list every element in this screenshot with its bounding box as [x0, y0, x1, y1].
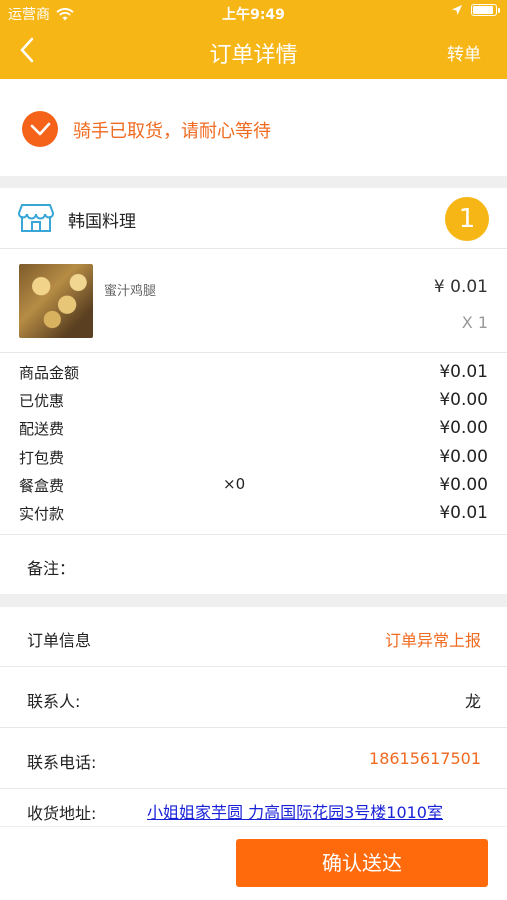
- fee-row: 配送费 ¥0.00: [0, 418, 507, 446]
- order-info-label: 订单信息: [27, 631, 92, 650]
- item-quantity: X 1: [461, 313, 488, 332]
- shop-name: 韩国料理: [68, 212, 136, 232]
- shop-icon: [18, 204, 54, 232]
- fee-value: ¥0.01: [439, 502, 488, 523]
- contact-name: 龙: [464, 692, 481, 711]
- fee-row: 打包费 ¥0.00: [0, 447, 507, 475]
- header: 运营商 上午9:49 订单详情 转单: [0, 0, 507, 79]
- battery-icon: [471, 4, 500, 16]
- order-status-text: 骑手已取货，请耐心等待: [73, 121, 271, 142]
- fee-label: 已优惠: [19, 392, 65, 411]
- order-item: [0, 250, 507, 353]
- remark-row: 备注：: [0, 534, 507, 594]
- fee-row: 实付款 ¥0.01: [0, 503, 507, 531]
- fee-value: ¥0.01: [439, 362, 488, 382]
- order-info-row: 订单信息 订单异常上报: [0, 607, 507, 667]
- fee-value: ¥0.00: [439, 390, 488, 411]
- fee-label: 打包费: [19, 448, 65, 467]
- item-price: ¥ 0.01: [433, 277, 488, 297]
- contact-label: 联系人:: [27, 692, 81, 711]
- check-circle-icon: [22, 111, 58, 147]
- fee-value: ¥0.00: [439, 418, 488, 439]
- item-name: 蜜汁鸡腿: [104, 284, 157, 299]
- order-number-badge: 1: [445, 197, 489, 241]
- phone-row: 联系电话: 18615617501: [0, 729, 507, 789]
- shop-row: 韩国料理 1: [0, 188, 507, 249]
- phone-link[interactable]: 18615617501: [369, 749, 481, 768]
- remark-label: 备注：: [27, 559, 76, 578]
- section-divider: [0, 176, 507, 188]
- fee-label: 餐盒费: [19, 476, 65, 495]
- clock: 上午9:49: [222, 7, 285, 23]
- fee-list: 商品金额 ¥0.01 已优惠 ¥0.00 配送费 ¥0.00 打包费 ¥0.00…: [0, 362, 507, 531]
- contact-row: 联系人: 龙: [0, 668, 507, 728]
- fee-row: 商品金额 ¥0.01: [0, 362, 507, 390]
- report-exception-link[interactable]: 订单异常上报: [385, 627, 481, 651]
- item-image: [19, 264, 93, 338]
- fee-label: 实付款: [19, 504, 65, 523]
- bottom-bar: 确认送达: [0, 826, 507, 900]
- fee-label: 商品金额: [19, 364, 80, 382]
- section-divider: [0, 594, 507, 607]
- phone-label: 联系电话:: [27, 753, 97, 772]
- location-arrow-icon: [452, 5, 462, 15]
- fee-row: 餐盒费 ×0 ¥0.00: [0, 475, 507, 503]
- confirm-delivery-button[interactable]: 确认送达: [236, 839, 488, 887]
- fee-value: ¥0.00: [439, 474, 488, 495]
- page-title: 订单详情: [209, 43, 298, 68]
- fee-row: 已优惠 ¥0.00: [0, 390, 507, 418]
- fee-value: ¥0.00: [439, 446, 488, 467]
- navbar: 订单详情 转单: [0, 28, 507, 76]
- lunchbox-count: ×0: [223, 474, 246, 493]
- status-bar: 运营商 上午9:49: [0, 4, 507, 24]
- fee-label: 配送费: [19, 420, 65, 439]
- transfer-order-button[interactable]: 转单: [447, 40, 481, 65]
- address-link[interactable]: 小姐姐家芋圆 力高国际花园3号楼1010室: [147, 799, 443, 823]
- address-label: 收货地址:: [27, 804, 97, 823]
